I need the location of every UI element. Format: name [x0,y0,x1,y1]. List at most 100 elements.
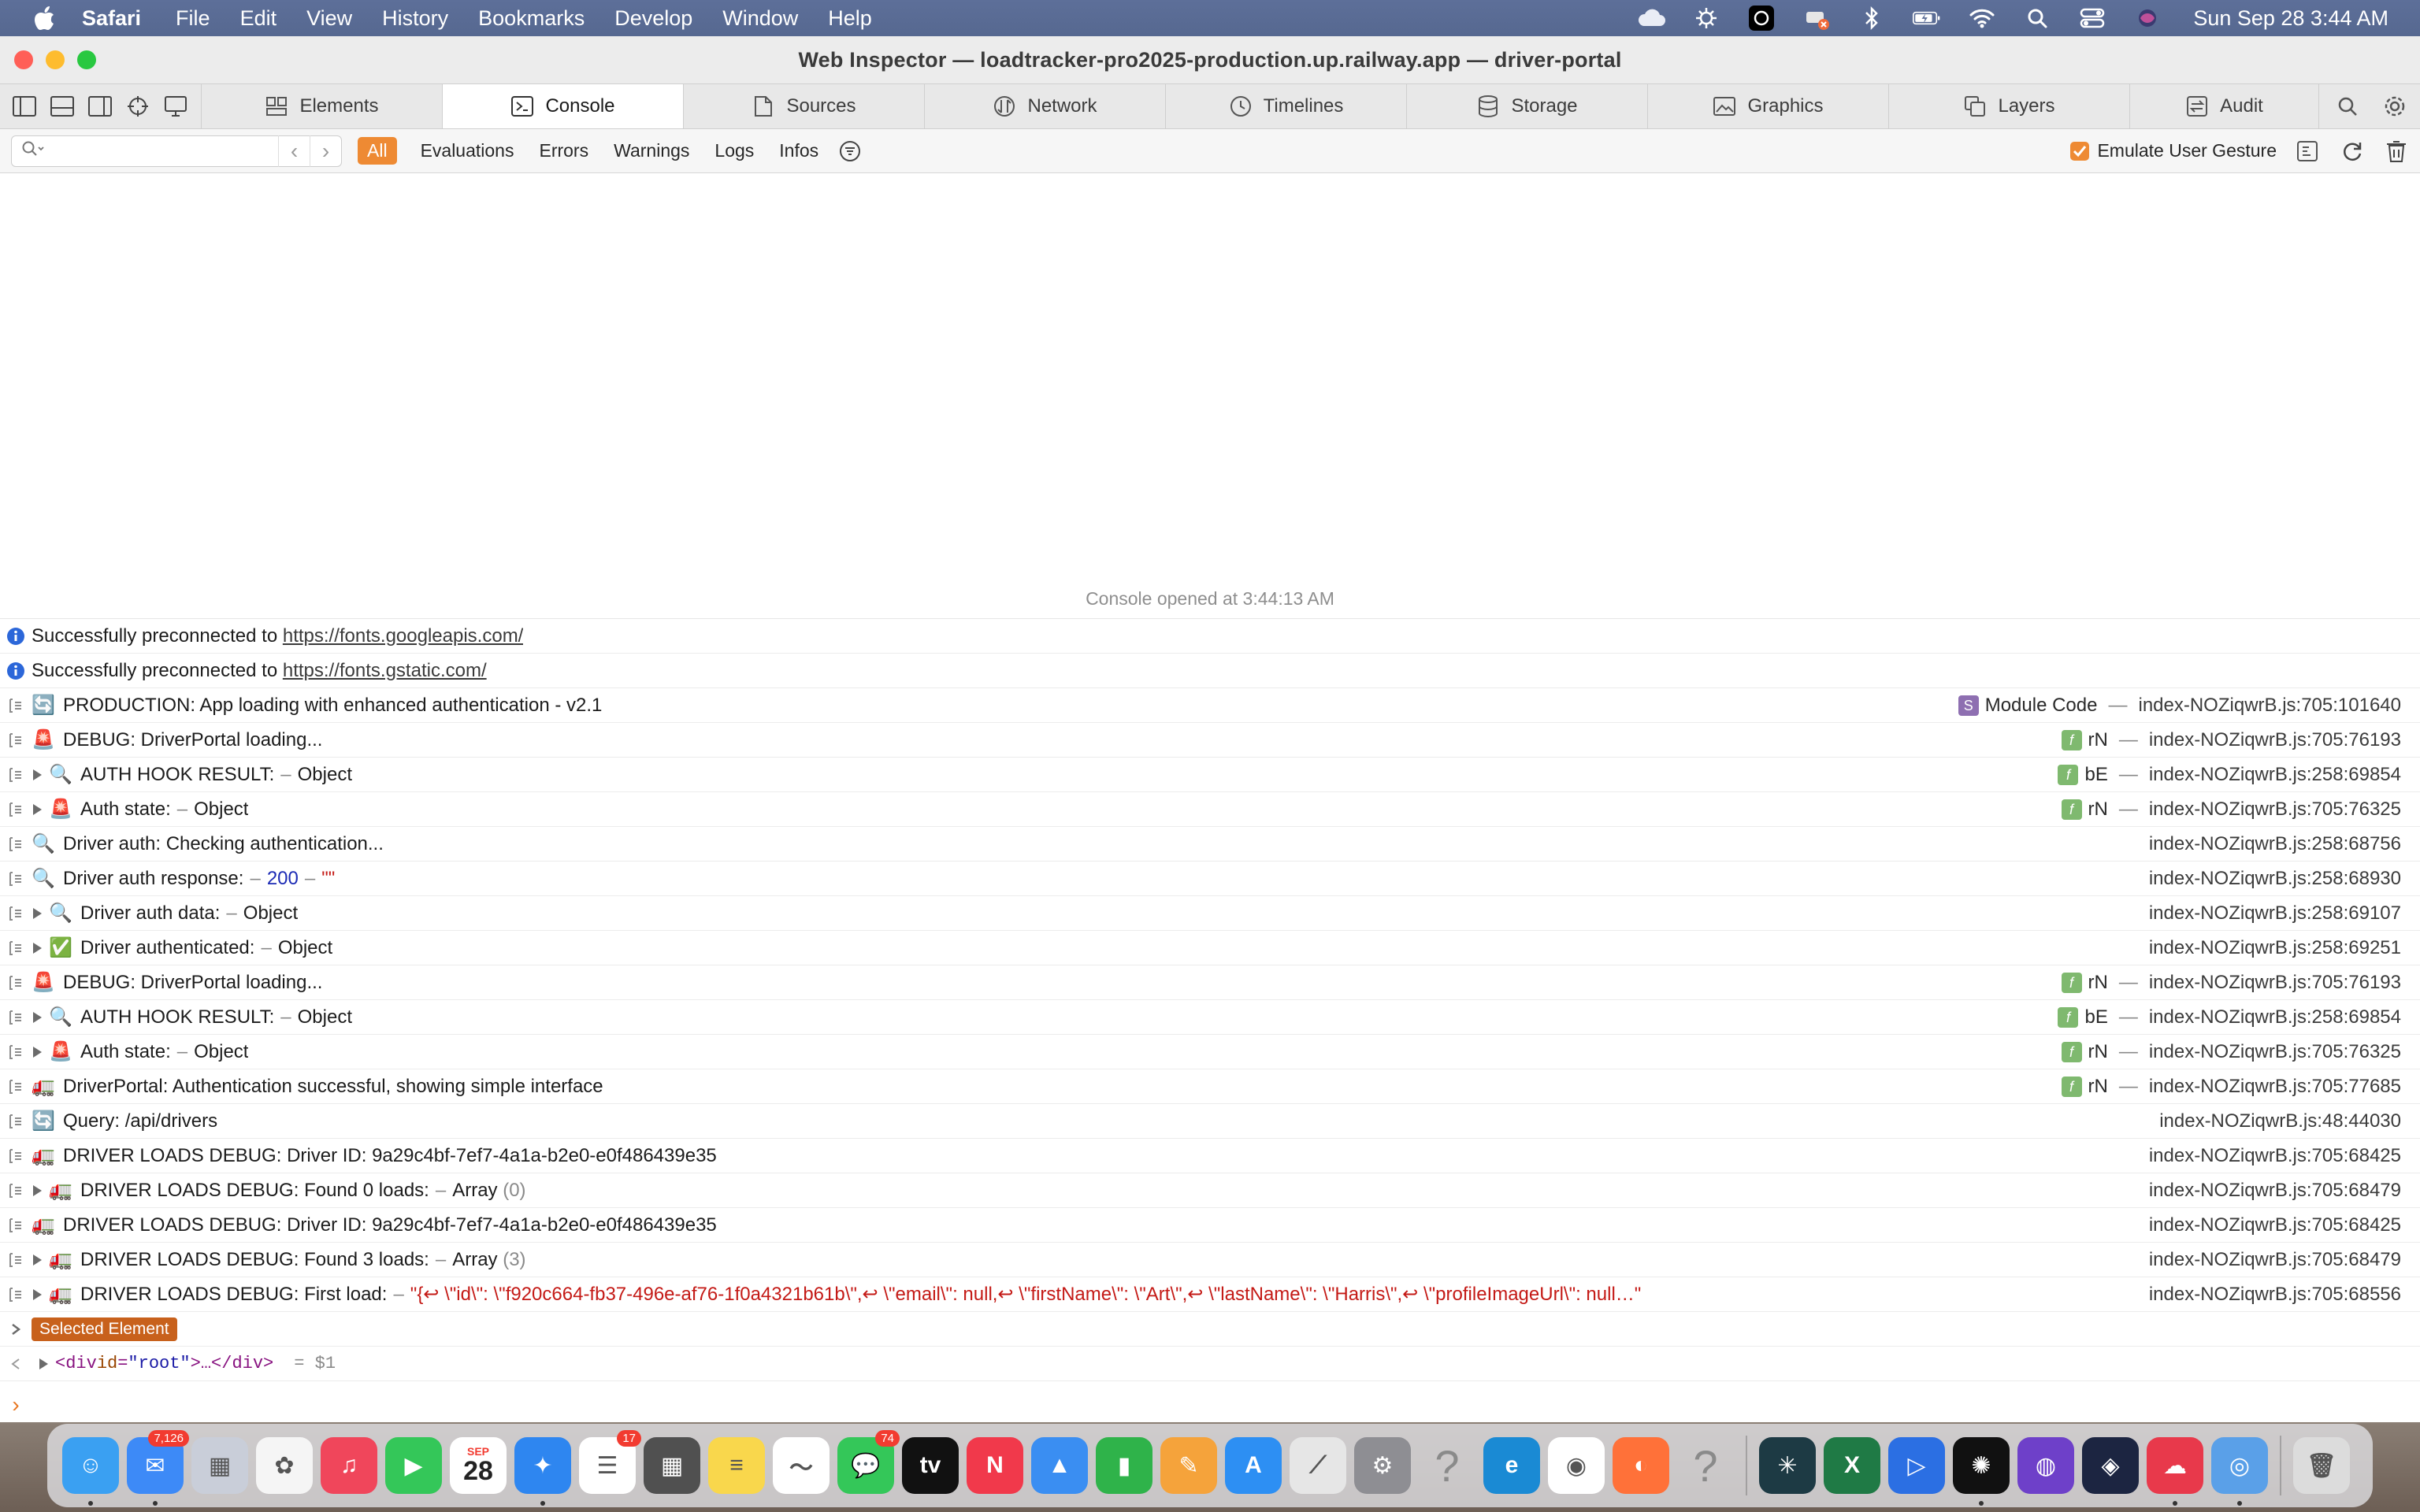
message-object-value[interactable]: Object [298,764,352,785]
dock-app-mail[interactable]: ✉ 7,126 [123,1430,189,1506]
dock-app-excel[interactable]: X [1820,1433,1884,1498]
dock-app-firefox[interactable]: ◐ [1609,1433,1673,1498]
dock-app-launchpad[interactable]: ▦ [187,1433,252,1498]
dock-app-freeform[interactable]: 〜 [769,1433,833,1498]
dock-app-keynote[interactable]: ▲ [1027,1433,1092,1498]
source-location-link[interactable]: index-NOZiqwrB.js:258:69854 [2149,764,2401,786]
dock-app-app-store[interactable]: A [1221,1433,1286,1498]
dock-right-icon[interactable] [87,93,113,120]
source-location-link[interactable]: index-NOZiqwrB.js:705:68425 [2149,1214,2401,1236]
icloud-icon[interactable] [1637,6,1666,30]
dock-app-perplexity[interactable]: ✳ [1755,1433,1820,1498]
search-icon[interactable] [2335,94,2360,119]
dock-app-safari[interactable]: ✦ [510,1433,575,1506]
menu-develop[interactable]: Develop [614,6,692,31]
control-center-icon[interactable] [2078,6,2106,30]
dock-app-finder[interactable]: ☺ [58,1433,123,1506]
dock-app-edge[interactable]: e [1479,1433,1544,1498]
console-message[interactable]: 🔍 Driver auth data: – Object index-NOZiqwrB.… [0,896,2420,931]
dock-app-github-desktop[interactable]: ◍ [2014,1433,2078,1498]
disclosure-triangle-icon[interactable] [0,1322,32,1336]
filter-errors-button[interactable]: Errors [526,137,601,165]
source-location-link[interactable]: index-NOZiqwrB.js:258:69854 [2149,1006,2401,1028]
dock-app-xcode-helper[interactable]: ⟋ [1286,1433,1350,1498]
battery-icon[interactable] [1913,6,1941,30]
zoom-window-button[interactable] [77,50,96,69]
dock-app-photos[interactable]: ✿ [252,1433,317,1498]
previous-match-button[interactable]: ‹ [278,135,310,167]
tab-audit[interactable]: Audit [2130,84,2319,128]
dock-app-messages[interactable]: 💬 74 [833,1430,900,1498]
menu-clock[interactable]: Sun Sep 28 3:44 AM [2193,6,2388,31]
disclosure-triangle-icon[interactable] [25,1045,49,1059]
message-object-value[interactable]: Array [452,1180,497,1201]
tab-sources[interactable]: Sources [684,84,925,128]
dock-app-pages[interactable]: ✎ [1156,1433,1221,1498]
filter-logs-button[interactable]: Logs [702,137,766,165]
dock-app-network-radar[interactable]: ◎ [2207,1433,2272,1506]
tab-graphics[interactable]: Graphics [1648,84,1889,128]
source-location-link[interactable]: index-NOZiqwrB.js:705:68425 [2149,1145,2401,1167]
tab-storage[interactable]: Storage [1407,84,1648,128]
emulate-user-gesture-toggle[interactable]: Emulate User Gesture [2070,140,2277,161]
menu-file[interactable]: File [176,6,210,31]
dock-app-tv[interactable]: tv [898,1433,963,1498]
console-message[interactable]: 🔍 AUTH HOOK RESULT: – Object f bE — index-NOZiq… [0,1000,2420,1035]
printer-icon[interactable] [1802,6,1831,30]
dock-bottom-icon[interactable] [49,93,76,120]
menu-view[interactable]: View [306,6,352,31]
message-object-value[interactable]: Array [452,1249,497,1270]
filter-infos-button[interactable]: Infos [766,137,831,165]
disclosure-triangle-icon[interactable] [25,802,49,817]
console-prompt-input[interactable] [32,1394,2316,1416]
tab-network[interactable]: Network [925,84,1166,128]
javascript-context-icon[interactable] [2296,139,2321,164]
dock-app-reminders[interactable]: ☰ 17 [575,1430,641,1498]
dock-app-chrome[interactable]: ◉ [1544,1433,1609,1498]
tab-console[interactable]: Console [443,84,684,128]
console-message[interactable]: 🔍 AUTH HOOK RESULT: – Object f bE — index-NOZiq… [0,758,2420,792]
source-location-link[interactable]: index-NOZiqwrB.js:705:77685 [2149,1076,2401,1098]
dock-app-notes[interactable]: ≡ [704,1433,769,1498]
menu-bookmarks[interactable]: Bookmarks [478,6,585,31]
dock-app-numbers[interactable]: ▮ [1092,1433,1156,1498]
source-location-link[interactable]: index-NOZiqwrB.js:705:68479 [2149,1249,2401,1271]
message-object-value[interactable]: Object [194,1041,248,1062]
disclosure-triangle-icon[interactable] [25,1184,49,1198]
filter-all-button[interactable]: All [358,137,397,165]
message-object-value[interactable]: Object [194,799,248,820]
source-location-link[interactable]: index-NOZiqwrB.js:705:76325 [2149,1041,2401,1063]
dock-app-calculator[interactable]: ▦ [640,1433,704,1498]
filter-options-icon[interactable] [837,139,863,164]
console-message[interactable]: 🚛 DRIVER LOADS DEBUG: Found 0 loads: – Arra… [0,1173,2420,1208]
dock-app-music[interactable]: ♫ [317,1433,381,1498]
minimize-window-button[interactable] [46,50,65,69]
dock-app-calendar[interactable]: SEP 28 [446,1433,510,1498]
device-settings-icon[interactable] [162,93,189,120]
close-window-button[interactable] [14,50,33,69]
dock-app-aperture[interactable]: ◈ [2078,1433,2143,1498]
disclosure-triangle-icon[interactable] [25,941,49,955]
dock-app-unknown-app[interactable]: ? [1415,1433,1479,1498]
console-message[interactable]: ✅ Driver authenticated: – Object index-NOZiq… [0,931,2420,965]
chatgpt-menu-icon[interactable] [1747,6,1776,31]
filter-evaluations-button[interactable]: Evaluations [408,137,527,165]
tab-layers[interactable]: Layers [1889,84,2130,128]
source-location-link[interactable]: index-NOZiqwrB.js:705:76325 [2149,799,2401,821]
disclosure-triangle-icon[interactable] [25,768,49,782]
siri-icon[interactable] [2133,6,2162,30]
bug-icon[interactable] [1692,6,1720,30]
dock-left-icon[interactable] [11,93,38,120]
dock-app-creative-cloud[interactable]: ☁ [2143,1433,2207,1506]
message-object-value[interactable]: Object [243,902,298,924]
dock-app-chatgpt[interactable]: ✺ [1949,1433,2014,1506]
console-message[interactable]: 🚛 DRIVER LOADS DEBUG: Found 3 loads: – Arra… [0,1243,2420,1277]
source-location-link[interactable]: index-NOZiqwrB.js:705:76193 [2149,972,2401,994]
tab-elements[interactable]: Elements [202,84,443,128]
dock-app-news[interactable]: N [963,1433,1027,1498]
disclosure-triangle-icon[interactable] [25,906,49,921]
spotlight-search-icon[interactable] [2023,6,2051,30]
source-location-link[interactable]: index-NOZiqwrB.js:705:68479 [2149,1180,2401,1202]
evaluation-result-row[interactable]: <div id = "root" >…</div> = $1 [0,1347,2420,1381]
source-location-link[interactable]: index-NOZiqwrB.js:48:44030 [2159,1110,2401,1132]
